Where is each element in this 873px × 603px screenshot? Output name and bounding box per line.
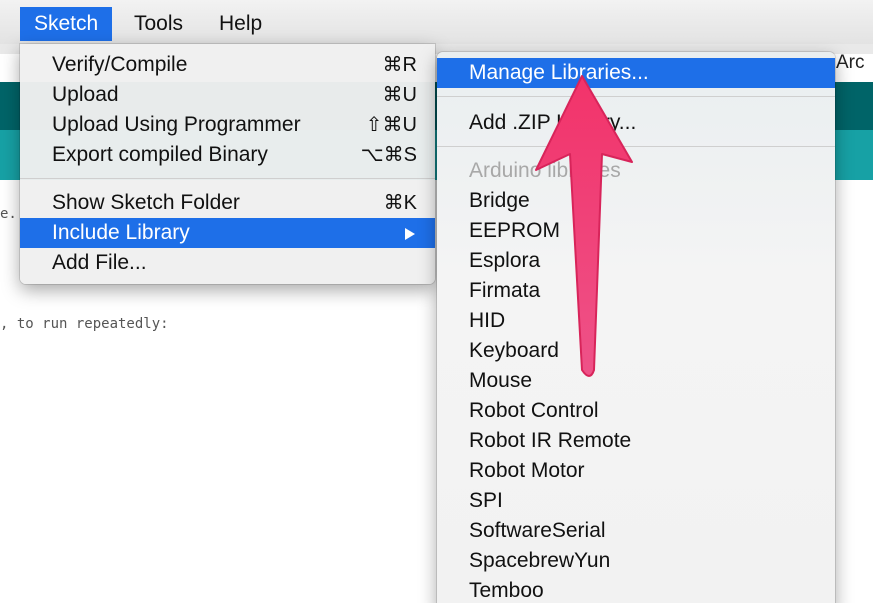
- menu-item-show-sketch-folder[interactable]: Show Sketch Folder ⌘K: [20, 188, 435, 218]
- menu-item-shortcut: ⌘R: [382, 54, 417, 76]
- ide-window-title-fragment: Arc: [836, 52, 865, 73]
- menu-item-label: Verify/Compile: [52, 53, 188, 76]
- library-item-softwareserial[interactable]: SoftwareSerial: [437, 516, 835, 546]
- menu-item-export-compiled-binary[interactable]: Export compiled Binary ⌥⌘S: [20, 140, 435, 170]
- library-item-temboo[interactable]: Temboo: [437, 576, 835, 603]
- library-item-spacebrewyun[interactable]: SpacebrewYun: [437, 546, 835, 576]
- menu-separator: [20, 178, 435, 179]
- menu-item-upload-using-programmer[interactable]: Upload Using Programmer ⇧⌘U: [20, 110, 435, 140]
- library-item-robot-ir-remote[interactable]: Robot IR Remote: [437, 426, 835, 456]
- library-item-robot-motor[interactable]: Robot Motor: [437, 456, 835, 486]
- menu-item-label: Include Library: [52, 221, 190, 244]
- menu-item-label: Upload: [52, 83, 119, 106]
- menu-item-verify-compile[interactable]: Verify/Compile ⌘R: [20, 50, 435, 80]
- triangle-right-icon: [405, 228, 415, 240]
- library-item-robot-control[interactable]: Robot Control: [437, 396, 835, 426]
- menu-item-label: Show Sketch Folder: [52, 191, 240, 214]
- menu-sketch[interactable]: Sketch: [20, 7, 113, 41]
- menu-item-include-library[interactable]: Include Library: [20, 218, 435, 248]
- menu-item-add-file[interactable]: Add File...: [20, 248, 435, 278]
- code-line: e.: [0, 206, 17, 222]
- sketch-menu: Verify/Compile ⌘R Upload ⌘U Upload Using…: [20, 44, 435, 284]
- menu-item-label: Export compiled Binary: [52, 143, 268, 166]
- menu-item-shortcut: ⇧⌘U: [365, 114, 417, 136]
- menu-item-shortcut: ⌘U: [382, 84, 417, 106]
- menu-item-shortcut: ⌥⌘S: [360, 144, 417, 166]
- code-line: , to run repeatedly:: [0, 316, 169, 332]
- library-item-spi[interactable]: SPI: [437, 486, 835, 516]
- menu-item-upload[interactable]: Upload ⌘U: [20, 80, 435, 110]
- menu-tools[interactable]: Tools: [120, 7, 197, 41]
- up-arrow-annotation: [535, 75, 633, 377]
- menu-help[interactable]: Help: [205, 7, 276, 41]
- menu-item-label: Add File...: [52, 251, 147, 274]
- menu-bar: Sketch Tools Help: [0, 0, 873, 45]
- menu-item-label: Upload Using Programmer: [52, 113, 301, 136]
- menu-item-shortcut: ⌘K: [383, 192, 417, 214]
- screenshot: Sketch Tools Help Arc e. , to run repeat…: [0, 0, 873, 603]
